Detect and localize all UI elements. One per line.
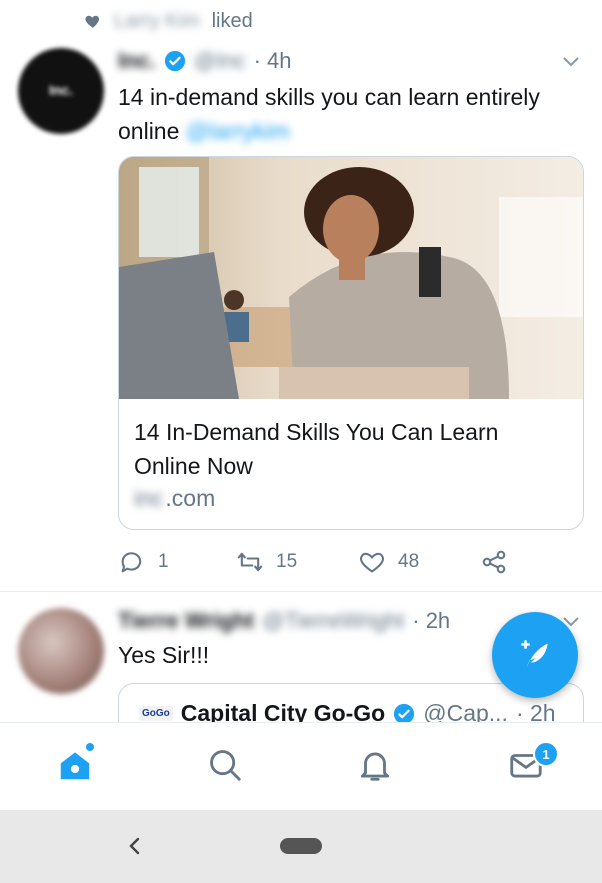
link-card[interactable]: 14 In-Demand Skills You Can Learn Online… (118, 156, 584, 530)
heart-icon (360, 552, 384, 573)
home-icon (60, 752, 90, 780)
card-title: 14 In-Demand Skills You Can Learn Online… (134, 419, 499, 479)
nav-home[interactable] (55, 745, 95, 785)
verified-badge-icon (164, 50, 185, 72)
tweet-text: 14 in-demand skills you can learn entire… (118, 80, 548, 148)
liked-by-row: Larry Kim liked (84, 8, 253, 34)
bottom-navigation: 1 (0, 722, 602, 811)
nav-notifications[interactable] (355, 745, 395, 785)
compose-feather-icon (521, 640, 548, 668)
new-tweets-dot (86, 743, 94, 751)
liked-by-user[interactable]: Larry Kim (114, 10, 200, 33)
avatar[interactable] (18, 608, 104, 694)
retweet-count: 15 (276, 551, 298, 572)
tweet-mention[interactable]: @larrykim (186, 118, 290, 144)
tweet-author-handle[interactable]: @Inc (194, 48, 246, 74)
nav-search[interactable] (205, 745, 245, 785)
tweet-actions: 1 15 48 (118, 544, 588, 580)
retweet-icon (237, 552, 263, 572)
system-navigation-bar (0, 810, 602, 883)
tweet-text: Yes Sir!!! (118, 642, 210, 668)
tweet-author-name[interactable]: Tierre Wright (118, 608, 254, 634)
avatar[interactable]: Inc. (18, 48, 104, 134)
chevron-down-icon[interactable] (562, 56, 580, 68)
tweet-timestamp[interactable]: · 2h (412, 608, 450, 634)
quoted-logo: GoGo (139, 706, 173, 721)
retweet-button[interactable]: 15 (236, 544, 297, 580)
like-button[interactable]: 48 (358, 544, 419, 580)
home-pill[interactable] (280, 838, 322, 854)
card-image (119, 157, 583, 399)
tweet-author-name[interactable]: Inc. (118, 48, 156, 74)
tweet-timestamp[interactable]: · 4h (254, 48, 292, 74)
search-icon (210, 750, 241, 781)
avatar-text: Inc. (48, 82, 74, 98)
card-domain-suffix: .com (165, 485, 216, 511)
bell-icon (360, 752, 390, 781)
share-button[interactable] (480, 544, 508, 580)
reply-button[interactable]: 1 (118, 544, 169, 580)
tweet-header: Inc. @Inc · 4h (118, 46, 292, 76)
compose-tweet-button[interactable] (492, 612, 578, 698)
like-count: 48 (398, 551, 420, 572)
reply-icon (121, 552, 142, 573)
tweet-header: Tierre Wright @TierreWright · 2h (118, 606, 450, 636)
tweet-author-handle[interactable]: @TierreWright (262, 608, 404, 634)
tweet-divider (0, 591, 602, 592)
tweet-body: 14 in-demand skills you can learn entire… (118, 84, 540, 144)
card-domain-name: inc (134, 485, 164, 511)
back-icon[interactable] (122, 830, 146, 862)
messages-badge: 1 (533, 741, 559, 767)
share-icon (482, 550, 506, 574)
heart-icon (85, 15, 100, 28)
liked-label: liked (211, 9, 253, 32)
reply-count: 1 (158, 551, 169, 572)
card-domain: inc .com (134, 485, 215, 512)
